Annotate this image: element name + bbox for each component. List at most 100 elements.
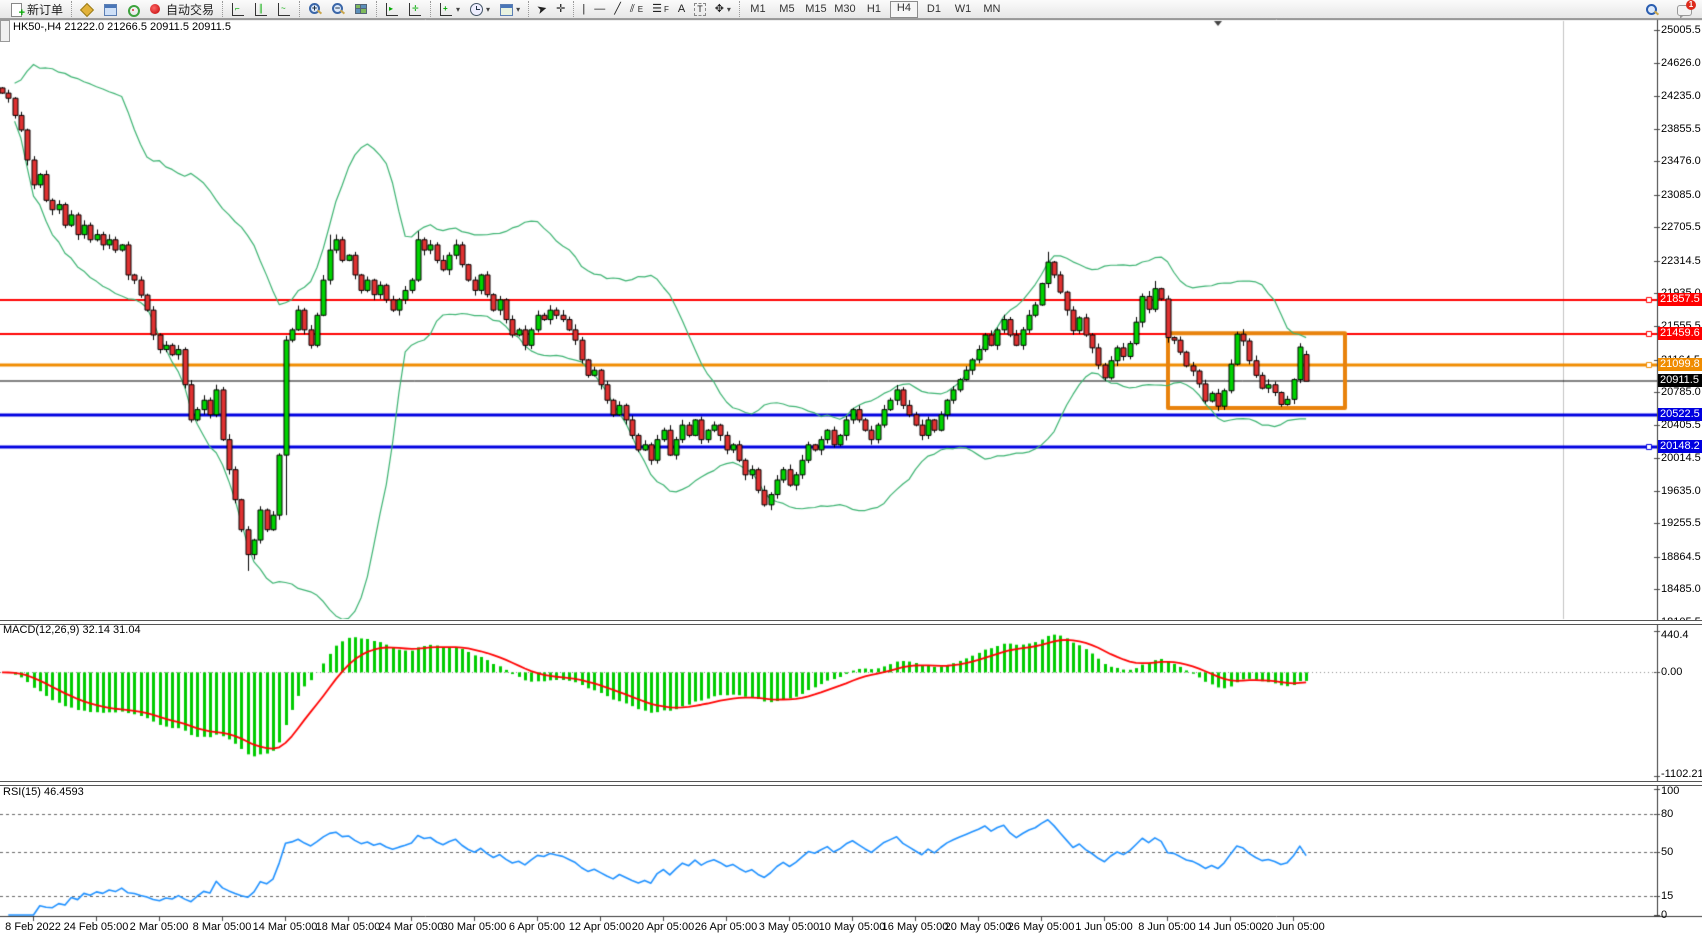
equidistant-channel-button[interactable]: ⫽E [627, 1, 646, 17]
zoom-out-button[interactable]: − [328, 1, 348, 17]
time-tick-label: 20 Apr 05:00 [632, 921, 694, 933]
fibonacci-icon: ☰ [652, 3, 661, 16]
hline-price-label[interactable]: 21857.5 [1658, 293, 1702, 306]
macd-axis-label: -1102.21 [1661, 768, 1702, 780]
hline-price-label[interactable]: 21099.8 [1658, 358, 1702, 371]
price-tick-label: 25005.5 [1661, 24, 1701, 36]
cursor-button[interactable]: ➤ [534, 1, 550, 17]
rsi-axis-label: 15 [1661, 890, 1673, 902]
timeframe-button-m15[interactable]: M15 [803, 2, 829, 17]
timeframe-button-m5[interactable]: M5 [774, 2, 800, 17]
window-restore-chip[interactable] [0, 20, 10, 42]
signals-icon [126, 3, 140, 16]
bar-chart-button[interactable]: ⌐ [228, 1, 248, 17]
line-chart-button[interactable]: ~ [274, 1, 294, 17]
auto-trading-label: 自动交易 [166, 1, 214, 18]
timeframe-button-h4[interactable]: H4 [890, 1, 918, 18]
time-tick-label: 30 Mar 05:00 [442, 921, 507, 933]
candlestick-chart-button[interactable]: ║ [251, 1, 271, 17]
trading-terminal-window: + 新订单 自动交易 ⌐ ║ ~ + − ▸ ✛ +▾ [0, 0, 1702, 938]
time-tick-label: 3 May 05:00 [759, 921, 820, 933]
text-icon: A [678, 3, 685, 16]
panel-separator-macd[interactable] [0, 620, 1702, 625]
zoom-out-icon: − [331, 3, 345, 16]
price-tick-label: 22314.5 [1661, 255, 1701, 267]
dropdown-caret-icon: ▾ [727, 5, 731, 14]
time-tick-label: 24 Feb 05:00 [64, 921, 129, 933]
tile-windows-button[interactable] [351, 1, 371, 17]
time-tick-label: 26 Apr 05:00 [695, 921, 757, 933]
toolbar-group-scroll: ▸ ✛ [376, 1, 425, 17]
clock-icon [469, 3, 483, 16]
search-button[interactable] [1642, 2, 1662, 18]
crosshair-icon: ✛ [556, 3, 565, 16]
market-watch-icon [80, 3, 94, 16]
text-label-icon: T [694, 3, 706, 16]
time-tick-label: 20 Jun 05:00 [1261, 921, 1325, 933]
indicators-button[interactable]: +▾ [436, 1, 463, 17]
timeframe-button-d1[interactable]: D1 [921, 2, 947, 17]
price-tick-label: 23085.0 [1661, 189, 1701, 201]
timeframe-button-mn[interactable]: MN [979, 2, 1005, 17]
fibonacci-button[interactable]: ☰F [649, 1, 672, 17]
notifications-button[interactable]: 1 [1674, 2, 1694, 18]
time-tick-label: 20 May 05:00 [945, 921, 1012, 933]
hline-price-label[interactable]: 21459.6 [1658, 327, 1702, 340]
tile-windows-icon [354, 3, 368, 16]
timeframe-button-h1[interactable]: H1 [861, 2, 887, 17]
zoom-in-button[interactable]: + [305, 1, 325, 17]
time-tick-label: 18 Mar 05:00 [316, 921, 381, 933]
text-label-button[interactable]: T [691, 1, 709, 17]
signals-button[interactable] [123, 1, 143, 17]
time-tick-label: 1 Jun 05:00 [1075, 921, 1133, 933]
templates-button[interactable]: ▾ [496, 1, 523, 17]
new-order-button[interactable]: + 新订单 [7, 1, 66, 17]
trendline-button[interactable]: ╱ [611, 1, 624, 17]
crosshair-button[interactable]: ✛ [553, 1, 568, 17]
vertical-line-button[interactable]: | [579, 1, 588, 17]
hline-price-label[interactable]: 20148.2 [1658, 440, 1702, 453]
toolbar-group-insert: +▾ ▾ ▾ [430, 1, 523, 17]
panel-separator-rsi[interactable] [0, 781, 1702, 786]
market-watch-button[interactable] [77, 1, 97, 17]
auto-trading-button[interactable]: 自动交易 [146, 1, 217, 17]
time-tick-label: 10 May 05:00 [819, 921, 886, 933]
toolbar-group-cursor: ➤ ✛ [528, 1, 568, 17]
time-tick-label: 26 May 05:00 [1008, 921, 1075, 933]
timeframe-button-w1[interactable]: W1 [950, 2, 976, 17]
candlestick-chart-icon: ║ [254, 3, 268, 16]
periods-button[interactable]: ▾ [466, 1, 493, 17]
toolbar-group-objects: | — ╱ ⫽E ☰F A T ✥▾ [573, 1, 734, 17]
hline-price-label[interactable]: 20522.5 [1658, 408, 1702, 421]
chart-shift-button[interactable]: ✛ [405, 1, 425, 17]
rsi-axis-label: 100 [1661, 785, 1679, 797]
toolbar-group-zoom: + − [299, 1, 371, 17]
toolbar-group-chart-types: ⌐ ║ ~ [222, 1, 294, 17]
symbol-ohlc-label: HK50-,H4 21222.0 21266.5 20911.5 20911.5 [13, 21, 231, 33]
price-tick-label: 22705.5 [1661, 221, 1701, 233]
horizontal-line-icon: — [594, 3, 605, 16]
macd-indicator-label: MACD(12,26,9) 32.14 31.04 [3, 624, 141, 636]
rsi-axis-label: 0 [1661, 909, 1667, 921]
zoom-in-icon: + [308, 3, 322, 16]
dropdown-caret-icon: ▾ [516, 5, 520, 14]
chart-canvas[interactable] [0, 0, 1702, 938]
auto-scroll-button[interactable]: ▸ [382, 1, 402, 17]
time-tick-label: 14 Jun 05:00 [1198, 921, 1262, 933]
arrows-icon: ✥ [715, 3, 724, 16]
price-tick-label: 20014.5 [1661, 452, 1701, 464]
line-chart-icon: ~ [277, 3, 291, 16]
trendline-icon: ╱ [614, 3, 621, 16]
horizontal-line-button[interactable]: — [591, 1, 608, 17]
toolbar-group-order: + 新订单 [2, 1, 66, 17]
chat-bubble-icon: 1 [1677, 4, 1691, 17]
hline-price-label[interactable]: 20911.5 [1658, 374, 1702, 387]
arrows-button[interactable]: ✥▾ [712, 1, 734, 17]
price-tick-label: 18864.5 [1661, 551, 1701, 563]
data-window-button[interactable] [100, 1, 120, 17]
timeframe-button-m30[interactable]: M30 [832, 2, 858, 17]
timeframe-button-m1[interactable]: M1 [745, 2, 771, 17]
macd-axis-label: 440.4 [1661, 629, 1689, 641]
text-button[interactable]: A [675, 1, 688, 17]
price-tick-label: 23476.0 [1661, 155, 1701, 167]
